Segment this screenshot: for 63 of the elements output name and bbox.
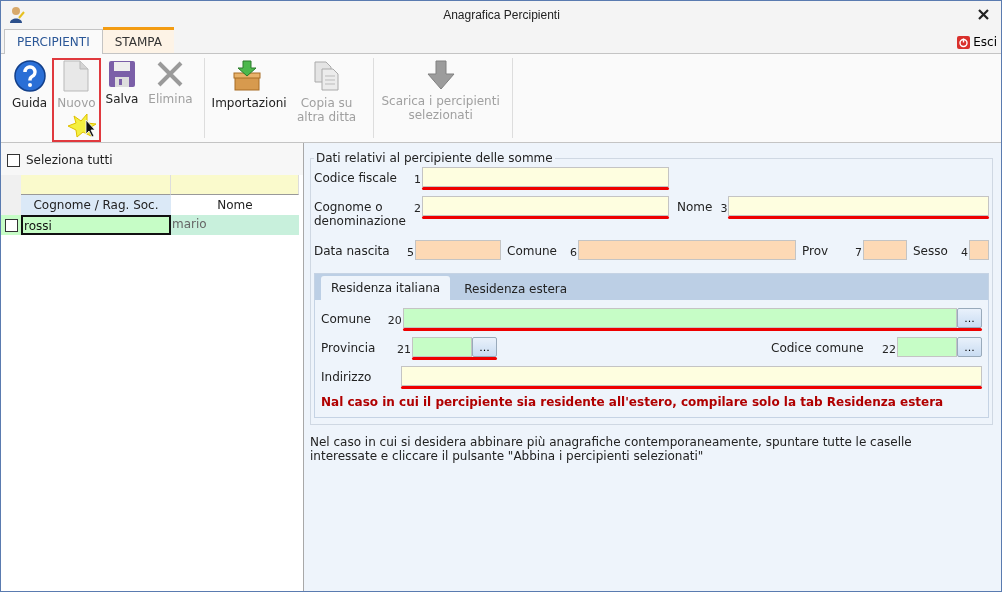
exit-button[interactable]: Esci bbox=[953, 35, 1001, 49]
field-label: Data nascita bbox=[314, 243, 391, 260]
field-label: Nome bbox=[677, 199, 713, 216]
column-header[interactable]: Cognome / Rag. Soc. bbox=[21, 195, 171, 215]
field-number: 5 bbox=[406, 245, 415, 261]
toolbar-button[interactable]: Importazioni bbox=[206, 58, 287, 142]
down-arrow-icon bbox=[426, 60, 455, 90]
group-title: Dati relativi al percipiente delle somme bbox=[315, 151, 554, 165]
filter-cell[interactable] bbox=[171, 175, 299, 195]
ribbon-tab[interactable]: PERCIPIENTI bbox=[4, 29, 103, 54]
field-number: 7 bbox=[854, 245, 863, 261]
field-number: 4 bbox=[960, 245, 969, 261]
field-number: 2 bbox=[413, 201, 422, 217]
text-field[interactable] bbox=[422, 196, 669, 216]
browse-button[interactable]: ... bbox=[472, 337, 497, 357]
browse-button[interactable]: ... bbox=[957, 337, 982, 357]
table-cell[interactable]: rossi bbox=[21, 215, 171, 235]
warning-text: Nal caso in cui il percipiente sia residente all'estero, compilare solo la tab Residenza estera bbox=[321, 395, 945, 409]
copy-icon bbox=[312, 60, 341, 92]
window-title: Anagrafica Percipienti bbox=[442, 7, 561, 22]
tab[interactable]: Residenza italiana bbox=[321, 276, 451, 300]
table-cell[interactable]: mario bbox=[171, 215, 299, 235]
user-icon bbox=[9, 5, 25, 24]
x-icon bbox=[156, 60, 185, 88]
text-field[interactable] bbox=[969, 240, 989, 260]
text-field[interactable] bbox=[402, 308, 957, 328]
field-label: Prov bbox=[802, 243, 830, 260]
browse-button[interactable]: ... bbox=[957, 308, 982, 328]
help-icon bbox=[13, 60, 46, 92]
field-number: 3 bbox=[719, 201, 729, 217]
filter-cell[interactable] bbox=[21, 175, 171, 195]
ribbon-tab[interactable]: STAMPA bbox=[102, 27, 174, 53]
box-arrow-icon bbox=[232, 60, 261, 92]
text-field[interactable] bbox=[415, 240, 501, 260]
field-label: Comune bbox=[507, 243, 558, 260]
field-number: 21 bbox=[396, 342, 412, 358]
toolbar-button[interactable]: Salva bbox=[100, 58, 144, 142]
info-text: Nel caso in cui si desidera abbinare più anagrafiche contemporaneamente, spuntare tutte le caselle interessate e cliccare il pulsante "Abbina i percipienti selezionati" bbox=[310, 435, 913, 463]
power-icon bbox=[957, 35, 971, 49]
field-label: Codice fiscale bbox=[314, 170, 398, 187]
text-field[interactable] bbox=[897, 337, 957, 357]
close-icon[interactable] bbox=[978, 9, 989, 20]
field-label: Comune bbox=[321, 311, 372, 328]
field-number: 1 bbox=[413, 172, 422, 188]
text-field[interactable] bbox=[578, 240, 796, 260]
field-number: 22 bbox=[881, 342, 897, 358]
field-label: Indirizzo bbox=[321, 369, 373, 386]
text-field[interactable] bbox=[401, 366, 982, 386]
text-field[interactable] bbox=[863, 240, 907, 260]
checkbox[interactable] bbox=[7, 153, 20, 167]
document-icon bbox=[63, 60, 90, 92]
field-label: Codice comune bbox=[771, 340, 865, 357]
field-label: Cognome o denominazione bbox=[314, 199, 406, 228]
text-field[interactable] bbox=[422, 167, 669, 187]
field-label: Provincia bbox=[321, 340, 377, 357]
text-field[interactable] bbox=[728, 196, 989, 216]
tab[interactable]: Residenza estera bbox=[454, 278, 578, 300]
toolbar-button[interactable]: Guida bbox=[7, 58, 53, 142]
field-number: 20 bbox=[386, 313, 403, 329]
field-number: 6 bbox=[569, 245, 578, 261]
checkbox-label: Seleziona tutti bbox=[26, 153, 113, 167]
text-field[interactable] bbox=[412, 337, 472, 357]
field-label: Sesso bbox=[913, 243, 949, 260]
